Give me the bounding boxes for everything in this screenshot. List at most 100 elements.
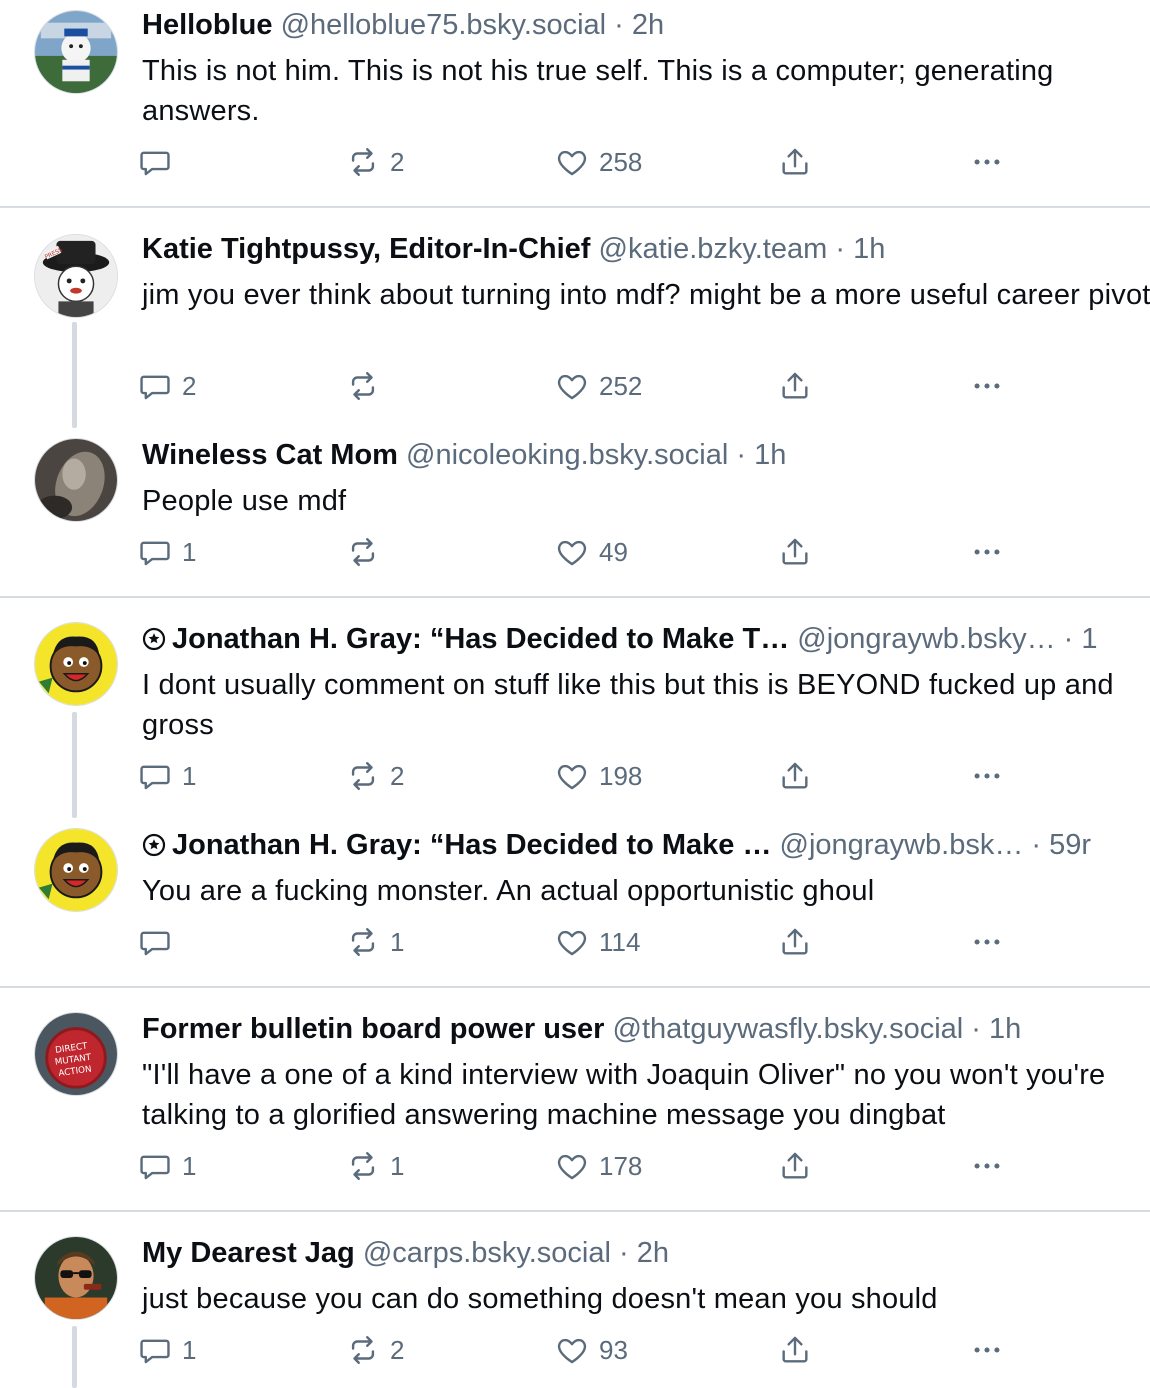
- author-handle[interactable]: @helloblue75.bsky.social: [281, 9, 607, 41]
- timestamp[interactable]: 1: [1081, 623, 1097, 655]
- author-handle[interactable]: @jongraywb.bsk…: [780, 829, 1024, 861]
- share-icon: [778, 759, 812, 793]
- avatar[interactable]: [34, 828, 118, 912]
- post-header: Former bulletin board power user @thatgu…: [142, 1011, 1150, 1047]
- avatar[interactable]: [34, 1236, 118, 1320]
- avatar[interactable]: [34, 10, 118, 94]
- repost-icon: [346, 535, 380, 569]
- avatar[interactable]: [34, 438, 118, 522]
- author-name[interactable]: Katie Tightpussy, Editor-In-Chief: [142, 233, 590, 265]
- author-handle[interactable]: @thatguywasfly.bsky.social: [613, 1013, 964, 1045]
- author-name[interactable]: Jonathan H. Gray: “Has Decided to Make T…: [172, 623, 789, 655]
- like-count: 93: [599, 1334, 628, 1365]
- share-icon: [778, 1333, 812, 1367]
- repost-button[interactable]: 2: [346, 1330, 404, 1370]
- author-name[interactable]: Jonathan H. Gray: “Has Decided to Make …: [172, 829, 771, 861]
- reply-button[interactable]: [138, 922, 182, 962]
- separator: ·: [1023, 829, 1050, 861]
- avatar[interactable]: PRESS: [34, 234, 118, 318]
- cartoon-face-avatar: [35, 829, 117, 911]
- heart-icon: [555, 369, 589, 403]
- like-count: 49: [599, 536, 628, 567]
- share-button[interactable]: [778, 922, 812, 962]
- post-text: just because you can do something doesn'…: [142, 1283, 938, 1315]
- like-button[interactable]: 252: [555, 366, 642, 406]
- post-header: Jonathan H. Gray: “Has Decided to Make T…: [142, 621, 1150, 657]
- author-name[interactable]: My Dearest Jag: [142, 1237, 355, 1269]
- reply-button[interactable]: [138, 142, 182, 182]
- repost-icon: [346, 1333, 380, 1367]
- author-handle[interactable]: @jongraywb.bsky…: [797, 623, 1055, 655]
- post-text: I dont usually comment on stuff like thi…: [142, 669, 1114, 741]
- author-handle[interactable]: @nicoleoking.bsky.social: [406, 439, 728, 471]
- repost-count: 2: [390, 1334, 405, 1365]
- post-feed: Helloblue @helloblue75.bsky.social · 2h …: [0, 0, 1150, 1388]
- post-text: "I'll have a one of a kind interview wit…: [142, 1059, 1106, 1131]
- post-divider: [0, 986, 1150, 988]
- like-count: 198: [599, 760, 643, 791]
- post-actions: 2 258: [0, 142, 1150, 182]
- more-options-button[interactable]: [970, 142, 1004, 182]
- reply-button[interactable]: 2: [138, 366, 196, 406]
- share-icon: [778, 925, 812, 959]
- more-options-button[interactable]: [970, 1146, 1004, 1186]
- post-header: Katie Tightpussy, Editor-In-Chief @katie…: [142, 231, 1150, 267]
- reply-button[interactable]: 1: [138, 1146, 196, 1186]
- like-button[interactable]: 178: [555, 1146, 642, 1186]
- reply-button[interactable]: 1: [138, 756, 196, 796]
- author-handle[interactable]: @carps.bsky.social: [363, 1237, 611, 1269]
- timestamp[interactable]: 59r: [1049, 829, 1091, 861]
- share-button[interactable]: [778, 1146, 812, 1186]
- repost-button[interactable]: 2: [346, 756, 404, 796]
- timestamp[interactable]: 1h: [989, 1013, 1021, 1045]
- like-button[interactable]: 114: [555, 922, 640, 962]
- reply-button[interactable]: 1: [138, 532, 196, 572]
- like-button[interactable]: 258: [555, 142, 642, 182]
- more-options-button[interactable]: [970, 532, 1004, 572]
- author-name[interactable]: Helloblue: [142, 9, 273, 41]
- more-options-button[interactable]: [970, 1330, 1004, 1370]
- repost-icon: [346, 759, 380, 793]
- reply-button[interactable]: 1: [138, 1330, 196, 1370]
- author-name[interactable]: Wineless Cat Mom: [142, 439, 398, 471]
- like-button[interactable]: 49: [555, 532, 628, 572]
- share-button[interactable]: [778, 142, 812, 182]
- like-count: 252: [599, 370, 643, 401]
- reply-icon: [138, 369, 172, 403]
- avatar[interactable]: DIRECT MUTANT ACTION: [34, 1012, 118, 1096]
- share-button[interactable]: [778, 532, 812, 572]
- share-button[interactable]: [778, 1330, 812, 1370]
- timestamp[interactable]: 1h: [853, 233, 885, 265]
- author-handle[interactable]: @katie.bzky.team: [599, 233, 828, 265]
- repost-button[interactable]: [346, 366, 390, 406]
- timestamp[interactable]: 2h: [632, 9, 664, 41]
- more-dots-icon: [970, 759, 1004, 793]
- post-text: You are a fucking monster. An actual opp…: [142, 875, 875, 907]
- repost-button[interactable]: [346, 532, 390, 572]
- more-options-button[interactable]: [970, 756, 1004, 796]
- share-button[interactable]: [778, 366, 812, 406]
- direct-mutant-action-avatar: DIRECT MUTANT ACTION: [35, 1013, 117, 1095]
- timestamp[interactable]: 1h: [754, 439, 786, 471]
- reply-count: 1: [182, 1150, 197, 1181]
- post-divider: [0, 1210, 1150, 1212]
- timestamp[interactable]: 2h: [637, 1237, 669, 1269]
- author-name[interactable]: Former bulletin board power user: [142, 1013, 604, 1045]
- reply-count: 1: [182, 536, 197, 567]
- post-actions: 1 49: [0, 532, 1150, 572]
- share-button[interactable]: [778, 756, 812, 796]
- avatar[interactable]: [34, 622, 118, 706]
- repost-button[interactable]: 2: [346, 142, 404, 182]
- reply-icon: [138, 1149, 172, 1183]
- separator: ·: [610, 1237, 637, 1269]
- repost-button[interactable]: 1: [346, 1146, 404, 1186]
- repost-icon: [346, 1149, 380, 1183]
- like-button[interactable]: 93: [555, 1330, 628, 1370]
- repost-button[interactable]: 1: [346, 922, 404, 962]
- heart-icon: [555, 1333, 589, 1367]
- more-dots-icon: [970, 535, 1004, 569]
- more-options-button[interactable]: [970, 366, 1004, 406]
- more-options-button[interactable]: [970, 922, 1004, 962]
- like-button[interactable]: 198: [555, 756, 642, 796]
- reply-icon: [138, 1333, 172, 1367]
